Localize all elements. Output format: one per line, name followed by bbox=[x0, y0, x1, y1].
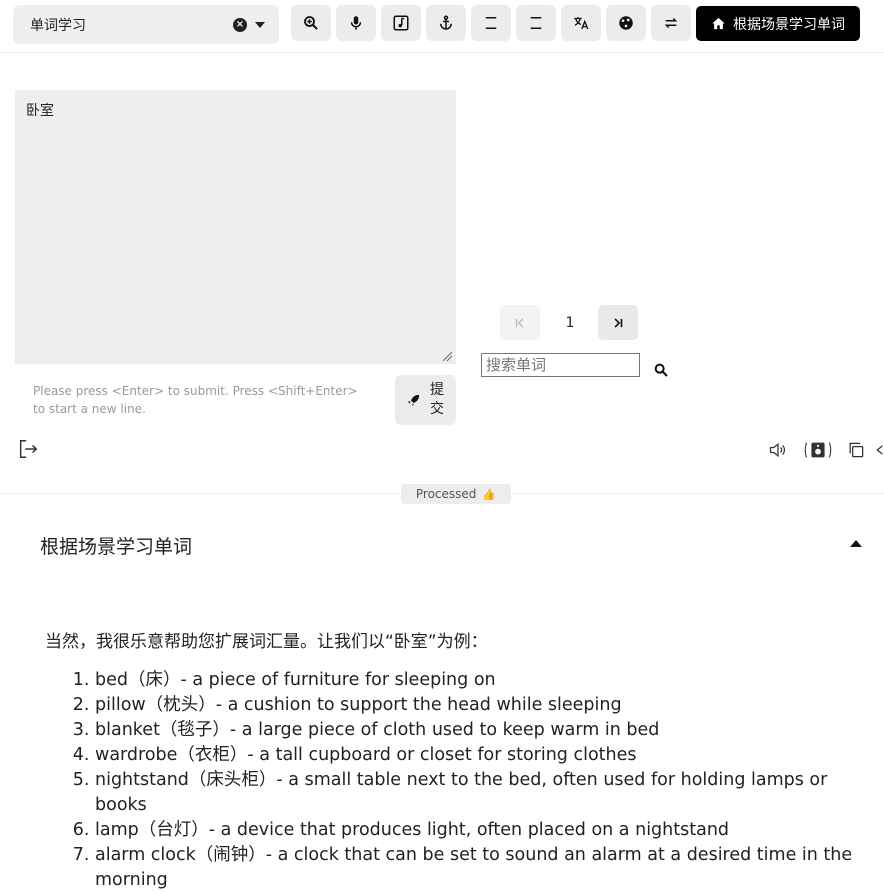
music-note-icon bbox=[393, 15, 409, 31]
search-icon[interactable] bbox=[653, 362, 669, 378]
swap-button[interactable] bbox=[651, 5, 691, 41]
microphone-button[interactable] bbox=[336, 5, 376, 41]
audio-file-icon[interactable] bbox=[804, 440, 832, 460]
app-select-value: 单词学习 bbox=[30, 17, 86, 34]
anchor-icon bbox=[440, 15, 452, 30]
first-page-icon bbox=[515, 317, 524, 328]
translate-icon bbox=[574, 17, 589, 30]
result-intro: 当然，我很乐意帮助您扩展词汇量。让我们以“卧室”为例： bbox=[45, 632, 488, 652]
minus-bar-icon bbox=[485, 17, 497, 29]
speaker-icon[interactable] bbox=[768, 440, 788, 460]
scene-learning-button[interactable]: 根据场景学习单词 bbox=[696, 6, 860, 41]
result-title: 根据场景学习单词 bbox=[40, 536, 193, 558]
home-icon bbox=[712, 17, 725, 30]
chevron-left-icon[interactable] bbox=[874, 440, 884, 460]
vocabulary-list: bed（床）- a piece of furniture for sleepin… bbox=[58, 668, 873, 893]
minus-button-2[interactable] bbox=[516, 5, 556, 41]
prompt-text: 卧室 bbox=[26, 103, 54, 119]
translate-button[interactable] bbox=[561, 5, 601, 41]
palette-icon bbox=[619, 16, 633, 30]
list-item: pillow（枕头）- a cushion to support the hea… bbox=[95, 693, 873, 718]
list-item: nightstand（床头柜）- a small table next to t… bbox=[95, 768, 873, 818]
clear-icon[interactable]: × bbox=[233, 17, 247, 32]
list-item: blanket（毯子）- a large piece of cloth used… bbox=[95, 718, 873, 743]
resize-handle-icon[interactable] bbox=[441, 350, 453, 362]
list-item: bed（床）- a piece of furniture for sleepin… bbox=[95, 668, 873, 693]
music-button[interactable] bbox=[381, 5, 421, 41]
chevron-down-icon[interactable] bbox=[255, 21, 265, 28]
list-item: lamp（台灯）- a device that produces light, … bbox=[95, 818, 873, 843]
logout-icon[interactable] bbox=[17, 438, 39, 460]
last-page-button[interactable] bbox=[598, 305, 638, 340]
swap-icon bbox=[664, 17, 678, 29]
minus-button-1[interactable] bbox=[471, 5, 511, 41]
zoom-in-icon bbox=[304, 16, 318, 30]
zoom-in-button[interactable] bbox=[291, 5, 331, 41]
microphone-icon bbox=[350, 16, 362, 30]
rocket-icon bbox=[407, 394, 420, 406]
anchor-button[interactable] bbox=[426, 5, 466, 41]
submit-label: 提交 bbox=[430, 382, 444, 417]
last-page-icon bbox=[614, 317, 623, 328]
first-page-button[interactable] bbox=[500, 305, 540, 340]
header-divider bbox=[0, 52, 884, 53]
current-page: 1 bbox=[565, 314, 575, 331]
palette-button[interactable] bbox=[606, 5, 646, 41]
app-select[interactable]: 单词学习 × bbox=[13, 5, 279, 44]
scene-learning-label: 根据场景学习单词 bbox=[733, 16, 845, 33]
copy-icon[interactable] bbox=[846, 440, 866, 460]
search-input[interactable] bbox=[481, 353, 640, 377]
submit-button[interactable]: 提交 bbox=[395, 375, 456, 425]
thumbs-up-icon: 👍 bbox=[482, 487, 497, 501]
prompt-textarea[interactable]: 卧室 bbox=[15, 90, 456, 364]
minus-bar-icon bbox=[530, 17, 542, 29]
input-hint: Please press <Enter> to submit. Press <S… bbox=[33, 384, 358, 416]
list-item: wardrobe（衣柜）- a tall cupboard or closet … bbox=[95, 743, 873, 768]
status-badge-text: Processed bbox=[415, 487, 477, 501]
collapse-caret-icon[interactable] bbox=[850, 540, 862, 547]
status-badge: Processed 👍 bbox=[401, 484, 511, 504]
